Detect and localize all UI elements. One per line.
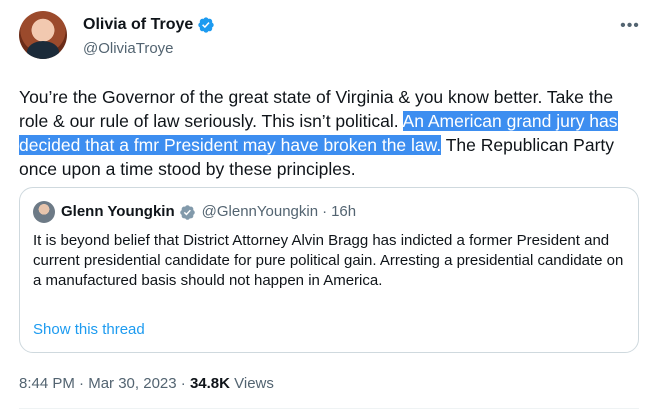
more-options-icon[interactable]: ••• [618, 16, 642, 36]
quoted-separator: · [322, 203, 328, 220]
quoted-tweet-header: Glenn Youngkin @GlennYoungkin · 16h [61, 202, 356, 222]
show-thread-link[interactable]: Show this thread [33, 320, 145, 340]
verified-badge-icon [198, 17, 214, 33]
divider [19, 408, 639, 409]
author-handle[interactable]: @OliviaTroye [83, 39, 174, 59]
verified-badge-icon [179, 204, 195, 220]
views-label: Views [229, 375, 274, 392]
author-avatar[interactable] [19, 11, 67, 59]
tweet-date[interactable]: Mar 30, 2023 [88, 375, 176, 392]
author-name-text[interactable]: Olivia of Troye [83, 15, 193, 35]
tweet-time[interactable]: 8:44 PM [19, 375, 75, 392]
quoted-tweet-text: It is beyond belief that District Attorn… [33, 232, 624, 289]
tweet-text: You’re the Governor of the great state o… [19, 85, 639, 181]
meta-separator: · [74, 375, 89, 392]
quoted-tweet-card[interactable]: Glenn Youngkin @GlennYoungkin · 16h It i… [19, 187, 639, 353]
tweet-meta: 8:44 PM · Mar 30, 2023 · 34.8K Views [19, 374, 274, 394]
author-name[interactable]: Olivia of Troye [83, 15, 215, 35]
quoted-time: 16h [331, 203, 357, 220]
views-count: 34.8K [189, 375, 230, 392]
quoted-author-handle: @GlennYoungkin [201, 203, 319, 220]
quoted-author-name: Glenn Youngkin [61, 203, 175, 220]
quoted-author-avatar [33, 201, 55, 223]
meta-separator: · [176, 375, 190, 392]
